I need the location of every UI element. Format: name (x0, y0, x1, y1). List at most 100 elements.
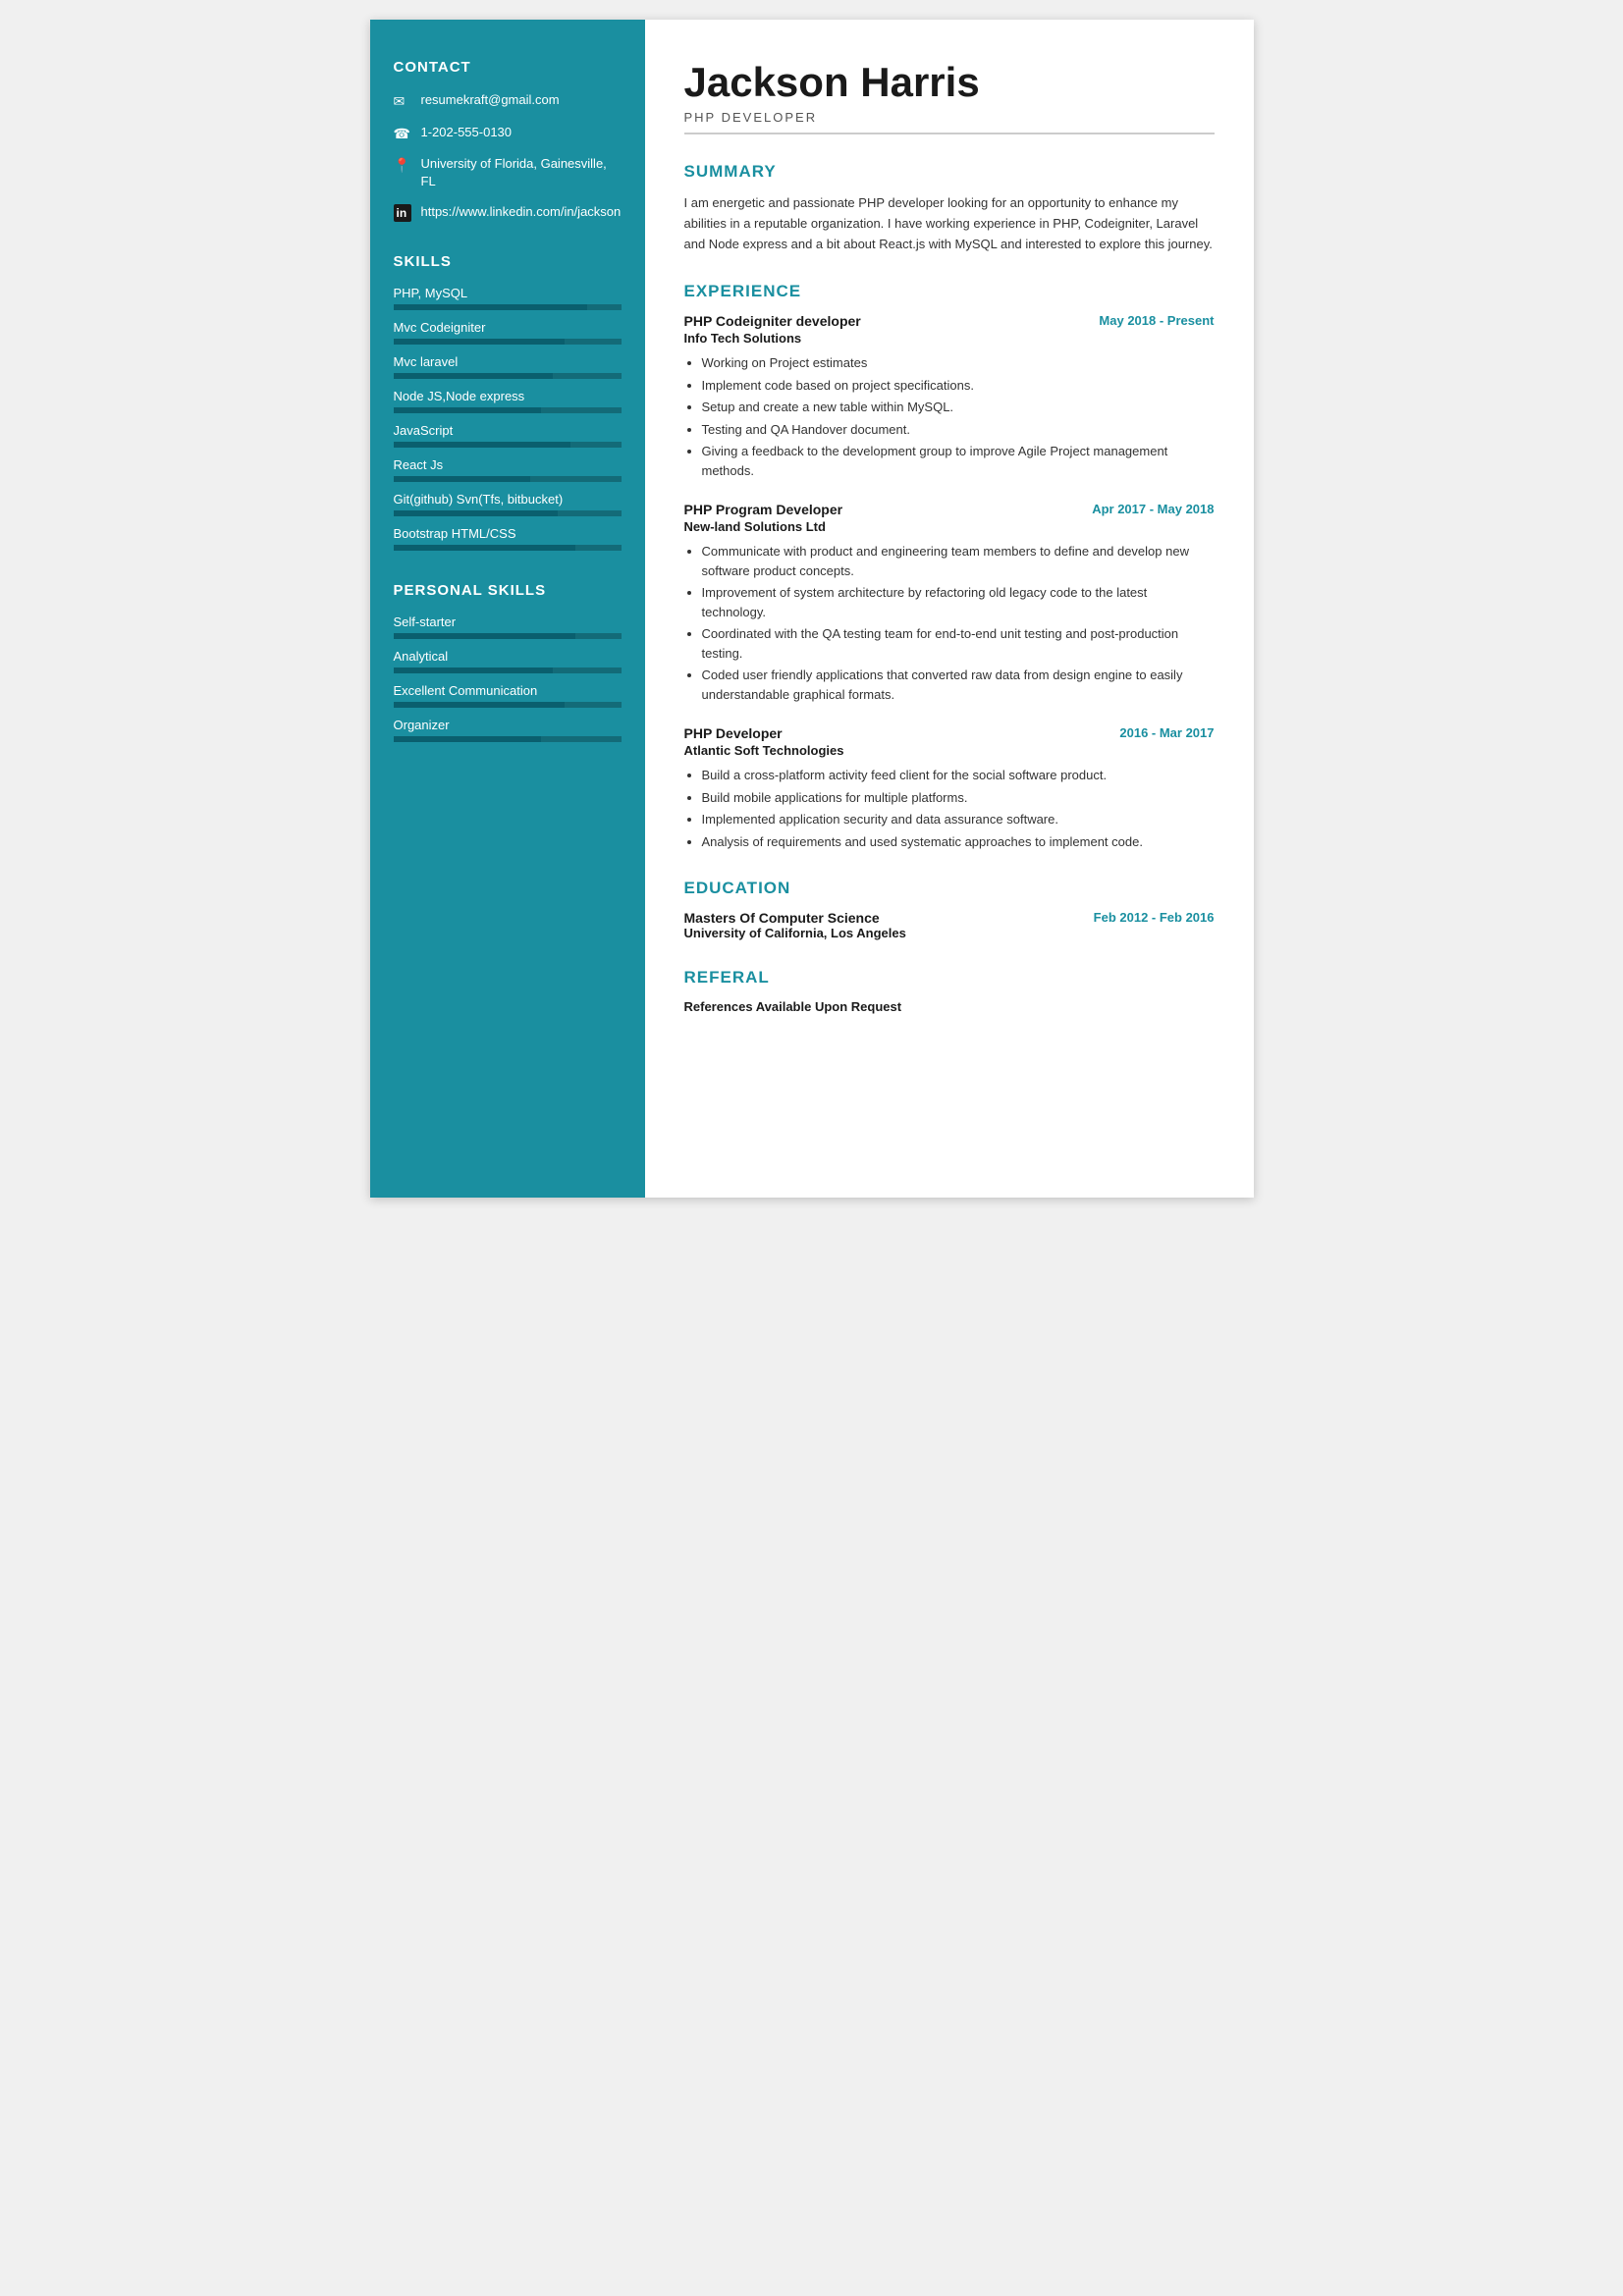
skill-bar-bg (394, 476, 622, 482)
exp-company-2: New-land Solutions Ltd (684, 519, 1215, 534)
bullet: Implemented application security and dat… (702, 810, 1215, 829)
exp-bullets-2: Communicate with product and engineering… (684, 542, 1215, 704)
skill-bar-bg (394, 545, 622, 551)
skill-bar-fill (394, 667, 553, 673)
contact-list: ✉ resumekraft@gmail.com ☎ 1-202-555-0130… (394, 91, 622, 222)
location-icon: 📍 (394, 156, 411, 176)
bullet: Testing and QA Handover document. (702, 420, 1215, 440)
exp-bullets-3: Build a cross-platform activity feed cli… (684, 766, 1215, 851)
summary-text: I am energetic and passionate PHP develo… (684, 193, 1215, 254)
edu-school: University of California, Los Angeles (684, 926, 906, 940)
skill-php-mysql: PHP, MySQL (394, 286, 622, 310)
candidate-title: PHP DEVELOPER (684, 110, 1215, 125)
contact-email: ✉ resumekraft@gmail.com (394, 91, 622, 112)
header-divider (684, 133, 1215, 134)
bullet: Working on Project estimates (702, 353, 1215, 373)
skills-list: PHP, MySQL Mvc Codeigniter Mvc laravel N… (394, 286, 622, 551)
skill-bar-bg (394, 667, 622, 673)
skill-bar-bg (394, 510, 622, 516)
education-section: EDUCATION Masters Of Computer Science Un… (684, 879, 1215, 940)
email-icon: ✉ (394, 92, 411, 112)
bullet: Giving a feedback to the development gro… (702, 442, 1215, 480)
exp-header-1: PHP Codeigniter developer May 2018 - Pre… (684, 313, 1215, 329)
bullet: Build a cross-platform activity feed cli… (702, 766, 1215, 785)
skill-bar-fill (394, 545, 576, 551)
skill-bar-fill (394, 736, 542, 742)
skill-bar-fill (394, 510, 558, 516)
contact-phone: ☎ 1-202-555-0130 (394, 124, 622, 144)
skill-javascript: JavaScript (394, 423, 622, 448)
skill-bar-bg (394, 633, 622, 639)
experience-title: EXPERIENCE (684, 282, 1215, 301)
bullet: Analysis of requirements and used system… (702, 832, 1215, 852)
referal-title: REFERAL (684, 968, 1215, 988)
skill-bar-bg (394, 407, 622, 413)
exp-date-1: May 2018 - Present (1099, 313, 1214, 328)
bullet: Improvement of system architecture by re… (702, 583, 1215, 621)
resume-header: Jackson Harris PHP DEVELOPER (684, 59, 1215, 134)
exp-company-1: Info Tech Solutions (684, 331, 1215, 346)
personal-skill-organizer: Organizer (394, 718, 622, 742)
skill-bar-bg (394, 702, 622, 708)
exp-header-3: PHP Developer 2016 - Mar 2017 (684, 725, 1215, 741)
linkedin-icon: in (394, 204, 411, 223)
skill-bar-fill (394, 442, 571, 448)
skill-git: Git(github) Svn(Tfs, bitbucket) (394, 492, 622, 516)
referal-section: REFERAL References Available Upon Reques… (684, 968, 1215, 1014)
bullet: Coded user friendly applications that co… (702, 666, 1215, 704)
skill-reactjs: React Js (394, 457, 622, 482)
skill-bar-bg (394, 442, 622, 448)
bullet: Implement code based on project specific… (702, 376, 1215, 396)
skills-title: SKILLS (394, 253, 622, 270)
main-content: Jackson Harris PHP DEVELOPER SUMMARY I a… (645, 20, 1254, 1198)
bullet: Communicate with product and engineering… (702, 542, 1215, 580)
skill-mvc-laravel: Mvc laravel (394, 354, 622, 379)
skill-bar-bg (394, 373, 622, 379)
personal-skills-title: PERSONAL SKILLS (394, 582, 622, 599)
personal-skill-analytical: Analytical (394, 649, 622, 673)
edu-date: Feb 2012 - Feb 2016 (1094, 910, 1215, 925)
education-entry-1: Masters Of Computer Science University o… (684, 910, 1215, 940)
candidate-name: Jackson Harris (684, 59, 1215, 106)
skill-nodejs: Node JS,Node express (394, 389, 622, 413)
skills-section: SKILLS PHP, MySQL Mvc Codeigniter Mvc la… (394, 253, 622, 551)
bullet: Coordinated with the QA testing team for… (702, 624, 1215, 663)
summary-section: SUMMARY I am energetic and passionate PH… (684, 162, 1215, 254)
education-title: EDUCATION (684, 879, 1215, 898)
personal-skills-list: Self-starter Analytical Excellent Commun… (394, 614, 622, 742)
bullet: Setup and create a new table within MySQ… (702, 398, 1215, 417)
contact-linkedin: in https://www.linkedin.com/in/jackson (394, 203, 622, 223)
skill-bootstrap: Bootstrap HTML/CSS (394, 526, 622, 551)
phone-icon: ☎ (394, 125, 411, 144)
edu-left: Masters Of Computer Science University o… (684, 910, 906, 940)
exp-bullets-1: Working on Project estimates Implement c… (684, 353, 1215, 480)
bullet: Build mobile applications for multiple p… (702, 788, 1215, 808)
skill-bar-fill (394, 476, 530, 482)
personal-skills-section: PERSONAL SKILLS Self-starter Analytical … (394, 582, 622, 742)
skill-bar-fill (394, 407, 542, 413)
experience-section: EXPERIENCE PHP Codeigniter developer May… (684, 282, 1215, 851)
edu-degree: Masters Of Computer Science (684, 910, 906, 926)
skill-bar-bg (394, 304, 622, 310)
exp-role-3: PHP Developer (684, 725, 783, 741)
exp-company-3: Atlantic Soft Technologies (684, 743, 1215, 758)
summary-title: SUMMARY (684, 162, 1215, 182)
experience-entry-2: PHP Program Developer Apr 2017 - May 201… (684, 502, 1215, 704)
skill-bar-fill (394, 304, 587, 310)
skill-bar-fill (394, 339, 565, 345)
skill-bar-bg (394, 339, 622, 345)
exp-date-3: 2016 - Mar 2017 (1119, 725, 1214, 740)
skill-bar-fill (394, 373, 553, 379)
personal-skill-communication: Excellent Communication (394, 683, 622, 708)
contact-title: CONTACT (394, 59, 622, 76)
skill-bar-fill (394, 633, 576, 639)
skill-bar-bg (394, 736, 622, 742)
resume-container: CONTACT ✉ resumekraft@gmail.com ☎ 1-202-… (370, 20, 1254, 1198)
exp-role-2: PHP Program Developer (684, 502, 843, 517)
contact-location: 📍 University of Florida, Gainesville, FL (394, 155, 622, 190)
skill-bar-fill (394, 702, 565, 708)
experience-entry-3: PHP Developer 2016 - Mar 2017 Atlantic S… (684, 725, 1215, 851)
experience-entry-1: PHP Codeigniter developer May 2018 - Pre… (684, 313, 1215, 480)
referal-text: References Available Upon Request (684, 999, 1215, 1014)
exp-date-2: Apr 2017 - May 2018 (1092, 502, 1214, 516)
